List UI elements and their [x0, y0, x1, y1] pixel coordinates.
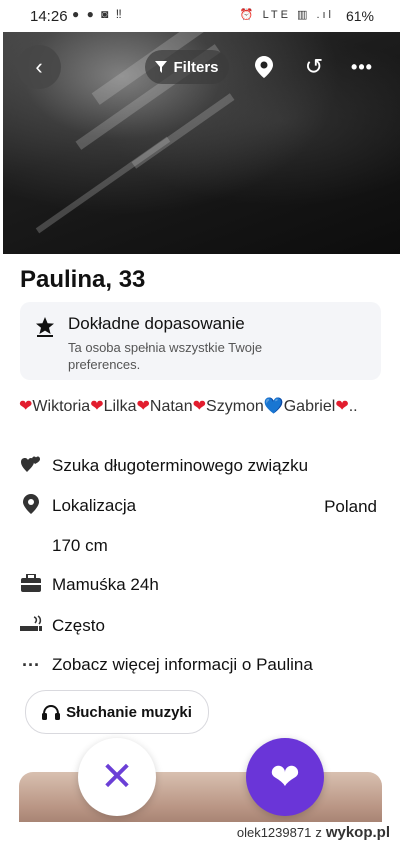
see-more-link[interactable]: ··· Zobacz więcej informacji o Paulina: [18, 653, 313, 677]
briefcase-icon: [18, 572, 44, 597]
heart-icon: ❤: [335, 398, 349, 415]
dots-icon: ···: [22, 654, 40, 675]
like-button[interactable]: ❤: [246, 738, 324, 816]
location-pin-icon: [255, 56, 273, 78]
location-value: Poland: [324, 497, 377, 516]
signal-icons: ⏰ LTE ▥ .ıl: [239, 9, 334, 21]
profile-name-age: Paulina, 33: [20, 266, 146, 293]
match-card: Dokładne dopasowanie Ta osoba spełnia ws…: [20, 302, 381, 380]
bio-name: Natan: [149, 398, 193, 415]
info-relationship: Szuka długoterminowego związku: [18, 454, 308, 478]
notification-icons: ● ● ◙ ‼: [72, 7, 124, 21]
headphones-icon: [42, 704, 61, 720]
job-text: Mamuśka 24h: [52, 575, 159, 594]
close-icon: ✕: [100, 755, 134, 799]
badge-icon: [34, 316, 56, 344]
status-time: 14:26: [30, 8, 68, 25]
undo-icon: ↺: [304, 54, 324, 79]
chevron-left-icon: ‹: [35, 54, 43, 79]
bio-name: Szymon: [206, 398, 264, 415]
see-more-text: Zobacz więcej informacji o Paulina: [52, 655, 313, 674]
location-icon: [18, 493, 44, 519]
bio-ellipsis: ..: [348, 398, 358, 415]
status-bar: 14:26 ● ● ◙ ‼ ⏰ LTE ▥ .ıl 61%: [0, 0, 400, 32]
info-job: Mamuśka 24h: [18, 572, 159, 597]
heart-icon: ❤: [192, 398, 207, 415]
wykop-logo: wykop.pl: [325, 824, 390, 841]
watermark-user: olek1239871: [236, 825, 312, 840]
relationship-text: Szuka długoterminowego związku: [52, 456, 309, 475]
smoking-text: Często: [52, 616, 105, 635]
watermark: olek1239871 z wykop.pl: [237, 824, 390, 841]
bio-name: Lilka: [103, 398, 137, 415]
interest-chip-music[interactable]: Słuchanie muzyki: [25, 690, 209, 734]
filters-button[interactable]: Filters: [145, 50, 229, 84]
battery-level: 61%: [345, 8, 374, 24]
info-smoking: Często: [18, 614, 105, 638]
info-location: Lokalizacja: [18, 493, 137, 519]
blue-heart-icon: 💙: [263, 398, 284, 415]
match-description: Ta osoba spełnia wszystkie Twoje prefere…: [68, 340, 263, 372]
dislike-button[interactable]: ✕: [78, 738, 156, 816]
filters-label: Filters: [173, 58, 219, 76]
heart-icon: ❤: [19, 398, 33, 415]
heart-icon: ❤: [90, 398, 104, 415]
info-height: 170 cm: [18, 534, 108, 558]
bio-text: ❤Wiktoria❤Lilka❤Natan❤Szymon💙Gabriel❤..: [19, 396, 384, 418]
interest-label: Słuchanie muzyki: [66, 703, 192, 721]
heart-icon: ❤: [269, 756, 301, 797]
undo-button[interactable]: ↺: [302, 54, 326, 79]
location-label: Lokalizacja: [52, 496, 137, 515]
bio-name: Wiktoria: [32, 398, 91, 415]
match-title: Dokładne dopasowanie: [68, 314, 245, 333]
location-button[interactable]: [252, 55, 276, 79]
more-options-button[interactable]: •••: [349, 55, 375, 79]
smoking-icon: [18, 614, 44, 638]
heart-icon: ❤: [136, 398, 150, 415]
more-icon: •••: [351, 56, 373, 77]
back-button[interactable]: ‹: [17, 45, 61, 89]
watermark-sep: z: [315, 825, 322, 840]
bio-name: Gabriel: [283, 398, 336, 415]
filter-icon: [155, 61, 168, 73]
hearts-icon: [18, 455, 44, 478]
photo-detail: [35, 136, 171, 234]
height-text: 170 cm: [52, 536, 108, 555]
